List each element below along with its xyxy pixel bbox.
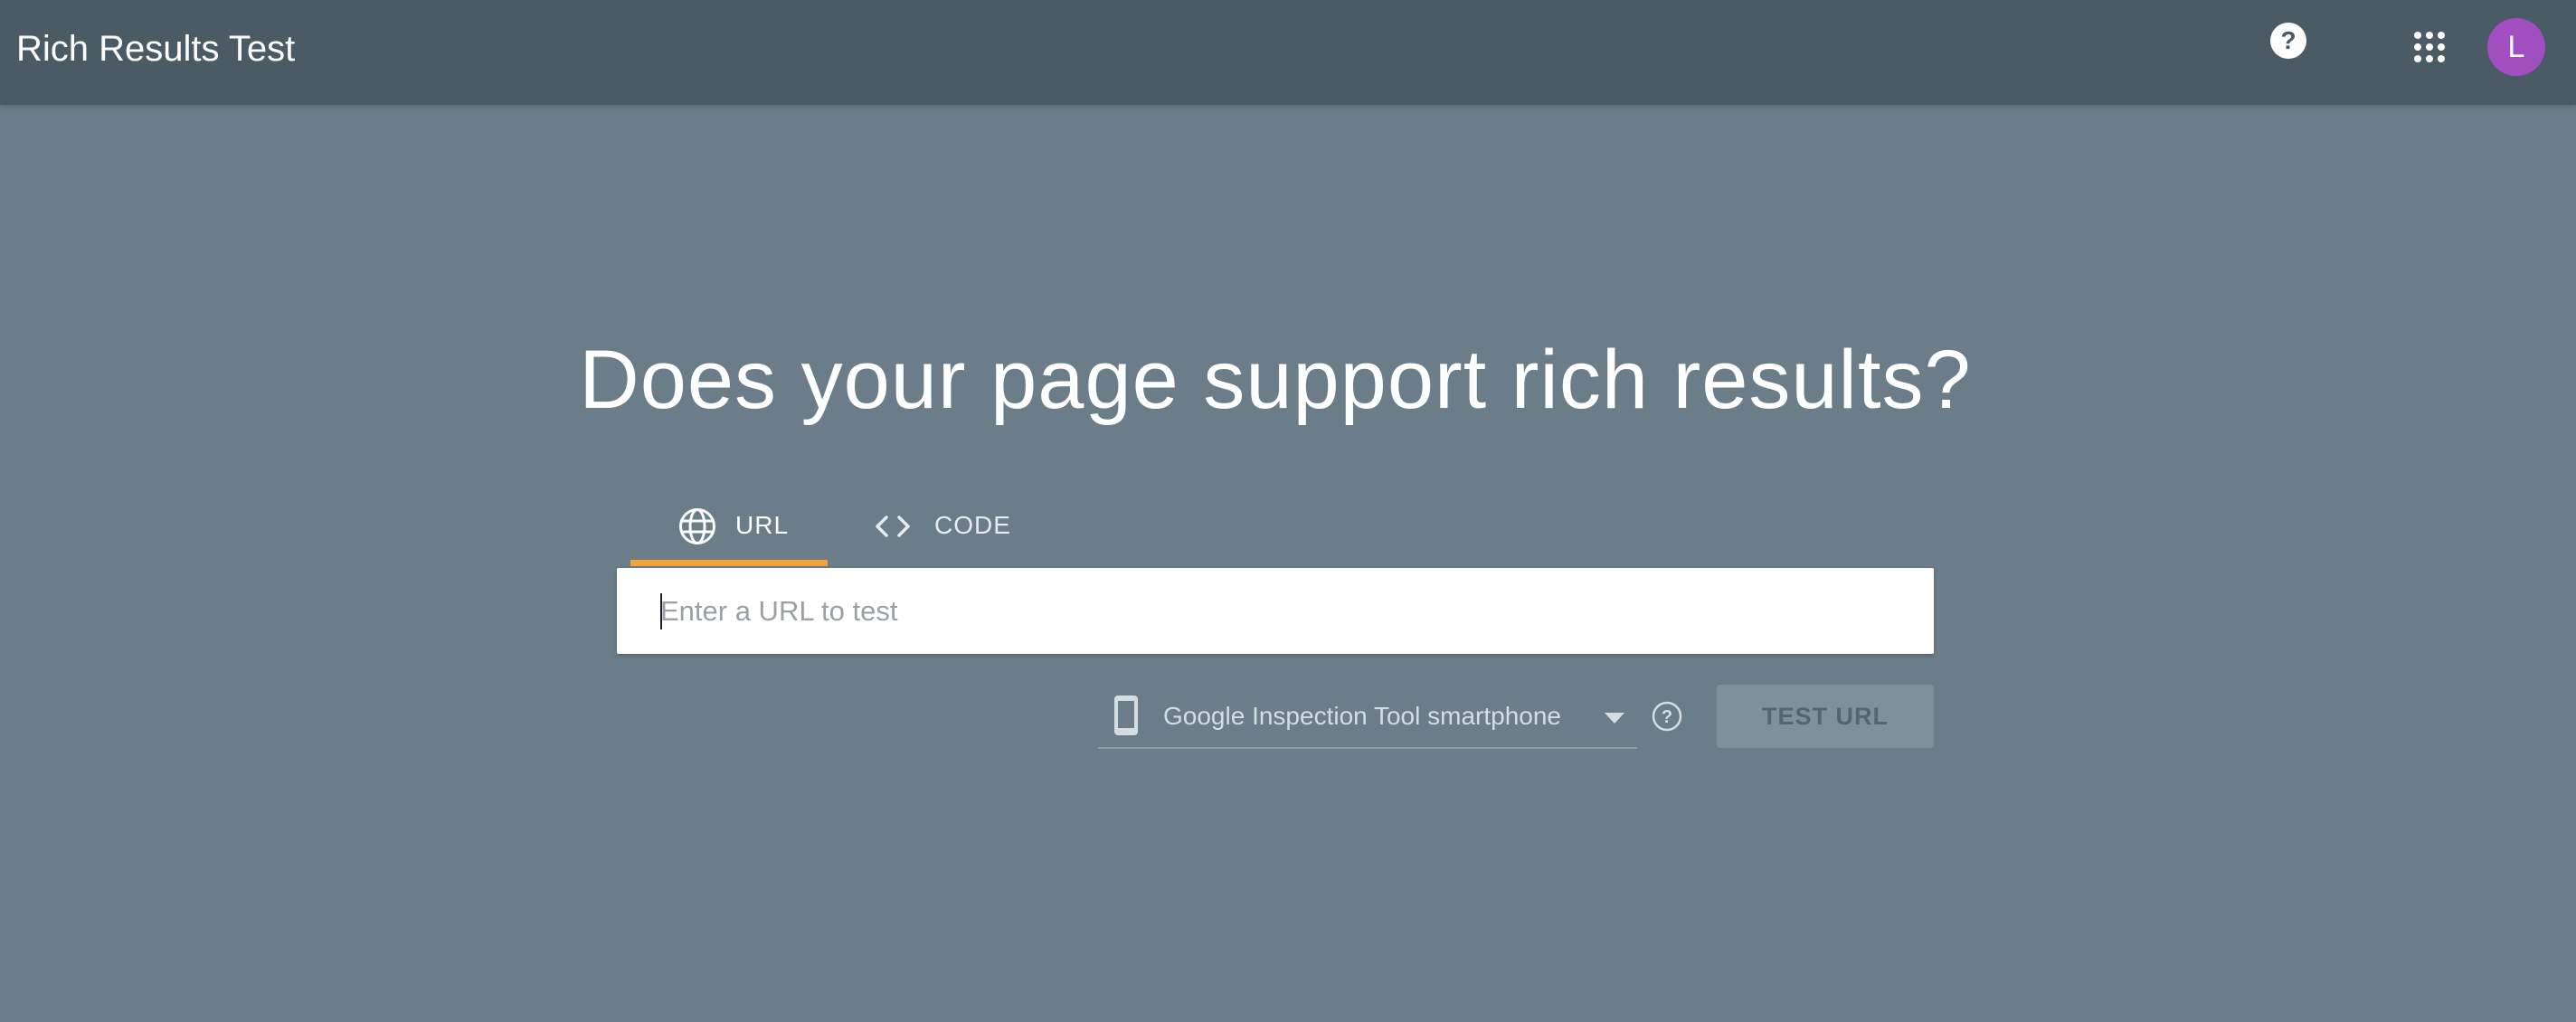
dropdown-arrow-icon xyxy=(1605,713,1624,724)
help-circle-icon: ? xyxy=(2270,23,2306,59)
globe-icon xyxy=(679,508,715,544)
tab-url-label: URL xyxy=(735,511,790,539)
smartphone-icon xyxy=(1114,696,1138,735)
tab-code[interactable]: CODE xyxy=(864,496,1027,566)
tab-url[interactable]: URL xyxy=(630,496,828,566)
account-avatar[interactable]: L xyxy=(2487,18,2545,76)
svg-text:?: ? xyxy=(1662,707,1672,727)
text-cursor xyxy=(660,593,662,629)
code-icon xyxy=(876,516,910,537)
google-apps-button[interactable] xyxy=(2411,29,2448,65)
user-agent-selected-value: Google Inspection Tool smartphone xyxy=(1163,702,1561,730)
user-agent-help-button[interactable]: ? xyxy=(1652,701,1682,732)
svg-text:?: ? xyxy=(2280,26,2296,54)
app-title: Rich Results Test xyxy=(16,29,296,69)
page-headline: Does your page support rich results? xyxy=(579,334,1972,426)
user-agent-select[interactable]: Google Inspection Tool smartphone xyxy=(1098,686,1637,749)
test-url-button[interactable]: TEST URL xyxy=(1717,685,1934,748)
help-button[interactable]: ? xyxy=(2269,22,2307,60)
selected-tab-indicator xyxy=(630,560,828,566)
help-outline-icon: ? xyxy=(1652,701,1682,732)
apps-grid-icon xyxy=(2414,32,2445,62)
tab-code-label: CODE xyxy=(934,511,1011,539)
url-input[interactable] xyxy=(660,568,1908,654)
top-app-bar: Rich Results Test ? L xyxy=(0,0,2576,105)
url-input-container xyxy=(617,568,1934,654)
